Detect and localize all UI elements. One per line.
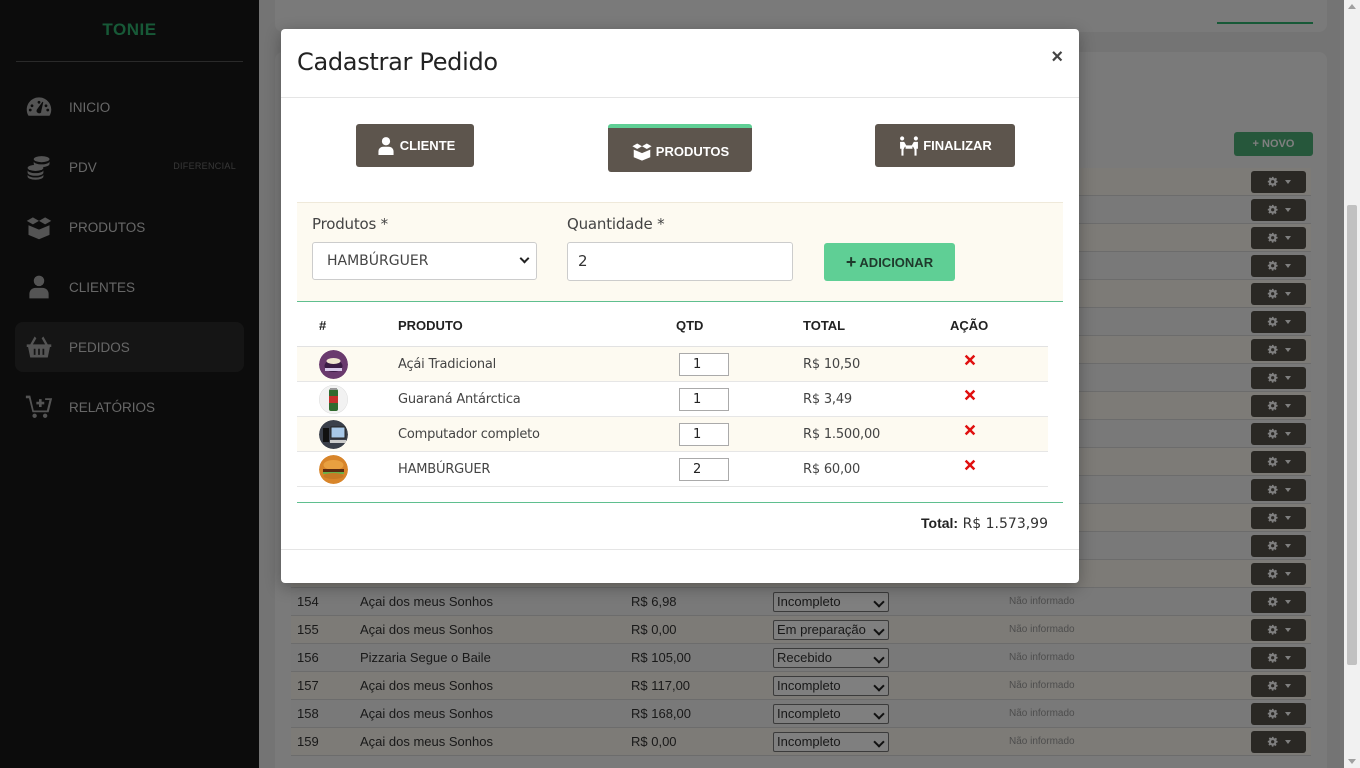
column-header-index: # — [319, 318, 327, 333]
add-product-button[interactable]: + ADICIONAR — [824, 243, 955, 281]
close-x-icon — [964, 459, 976, 470]
product-name: Açái Tradicional — [398, 357, 497, 372]
product-select-value: HAMBÚRGUER — [327, 253, 429, 269]
add-product-form: Produtos * HAMBÚRGUER Quantidade * 2 + A… — [297, 202, 1063, 302]
create-order-modal: Cadastrar Pedido × CLIENTE PRODUTOS FINA… — [281, 29, 1079, 583]
order-items-table: # PRODUTO QTD TOTAL AÇÃO Açái Tradiciona… — [297, 302, 1063, 549]
column-header-product: PRODUTO — [398, 318, 463, 333]
user-icon — [378, 136, 394, 155]
quantity-input[interactable]: 2 — [567, 242, 793, 281]
close-x-icon — [964, 389, 976, 400]
order-total-label: Total: — [921, 515, 959, 531]
table-header: # PRODUTO QTD TOTAL AÇÃO — [297, 302, 1048, 347]
product-select[interactable]: HAMBÚRGUER — [312, 242, 537, 280]
remove-item-button[interactable] — [962, 387, 978, 405]
order-total: Total: R$ 1.573,99 — [921, 515, 1048, 532]
table-row: Açái Tradicional 1 R$ 10,50 — [297, 347, 1048, 382]
quantity-label: Quantidade * — [567, 215, 665, 233]
modal-header: Cadastrar Pedido × — [281, 29, 1079, 98]
product-total: R$ 1.500,00 — [803, 427, 881, 442]
quantity-field[interactable]: 2 — [679, 458, 729, 481]
step-produtos-button[interactable]: PRODUTOS — [608, 124, 752, 172]
modal-title: Cadastrar Pedido — [297, 48, 498, 76]
close-x-icon — [964, 424, 976, 435]
scroll-thumb[interactable] — [1347, 205, 1357, 665]
table-row: Guaraná Antárctica 1 R$ 3,49 — [297, 382, 1048, 417]
quantity-field[interactable]: 1 — [679, 423, 729, 446]
scroll-up-icon[interactable] — [1348, 4, 1356, 9]
step-cliente-button[interactable]: CLIENTE — [356, 124, 474, 167]
product-thumbnail — [319, 455, 348, 484]
remove-item-button[interactable] — [962, 422, 978, 440]
column-header-total: TOTAL — [803, 318, 846, 333]
close-icon[interactable]: × — [1051, 47, 1063, 67]
table-row: Computador completo 1 R$ 1.500,00 — [297, 417, 1048, 452]
scroll-down-icon[interactable] — [1348, 759, 1356, 764]
plus-icon: + — [845, 252, 857, 272]
close-x-icon — [964, 354, 976, 365]
add-product-label: ADICIONAR — [859, 254, 934, 270]
product-name: HAMBÚRGUER — [398, 462, 491, 477]
remove-item-button[interactable] — [962, 457, 978, 475]
wizard-steps: CLIENTE PRODUTOS FINALIZAR — [281, 98, 1079, 202]
quantity-field[interactable]: 1 — [679, 353, 729, 376]
chevron-down-icon — [519, 253, 530, 264]
order-total-value: R$ 1.573,99 — [962, 516, 1048, 532]
page-scrollbar[interactable] — [1344, 0, 1360, 768]
remove-item-button[interactable] — [962, 352, 978, 370]
product-total: R$ 10,50 — [803, 357, 861, 372]
table-footer: Total: R$ 1.573,99 — [297, 502, 1063, 549]
step-label: CLIENTE — [399, 138, 456, 153]
modal-footer — [281, 549, 1079, 550]
product-thumbnail — [319, 350, 348, 379]
quantity-field[interactable]: 1 — [679, 388, 729, 411]
step-label: PRODUTOS — [655, 143, 730, 159]
step-finalizar-button[interactable]: FINALIZAR — [875, 124, 1015, 167]
step-label: FINALIZAR — [923, 138, 992, 153]
column-header-qty: QTD — [676, 318, 704, 333]
people-carry-icon — [900, 135, 919, 156]
table-row: HAMBÚRGUER 2 R$ 60,00 — [297, 452, 1048, 487]
product-total: R$ 3,49 — [803, 392, 852, 407]
product-label: Produtos * — [312, 215, 388, 233]
product-thumbnail — [319, 420, 348, 449]
product-name: Computador completo — [398, 427, 540, 442]
product-name: Guaraná Antárctica — [398, 392, 521, 407]
product-total: R$ 60,00 — [803, 462, 861, 477]
product-thumbnail — [319, 385, 348, 414]
open-box-icon — [632, 143, 652, 161]
column-header-action: AÇÃO — [950, 318, 989, 333]
